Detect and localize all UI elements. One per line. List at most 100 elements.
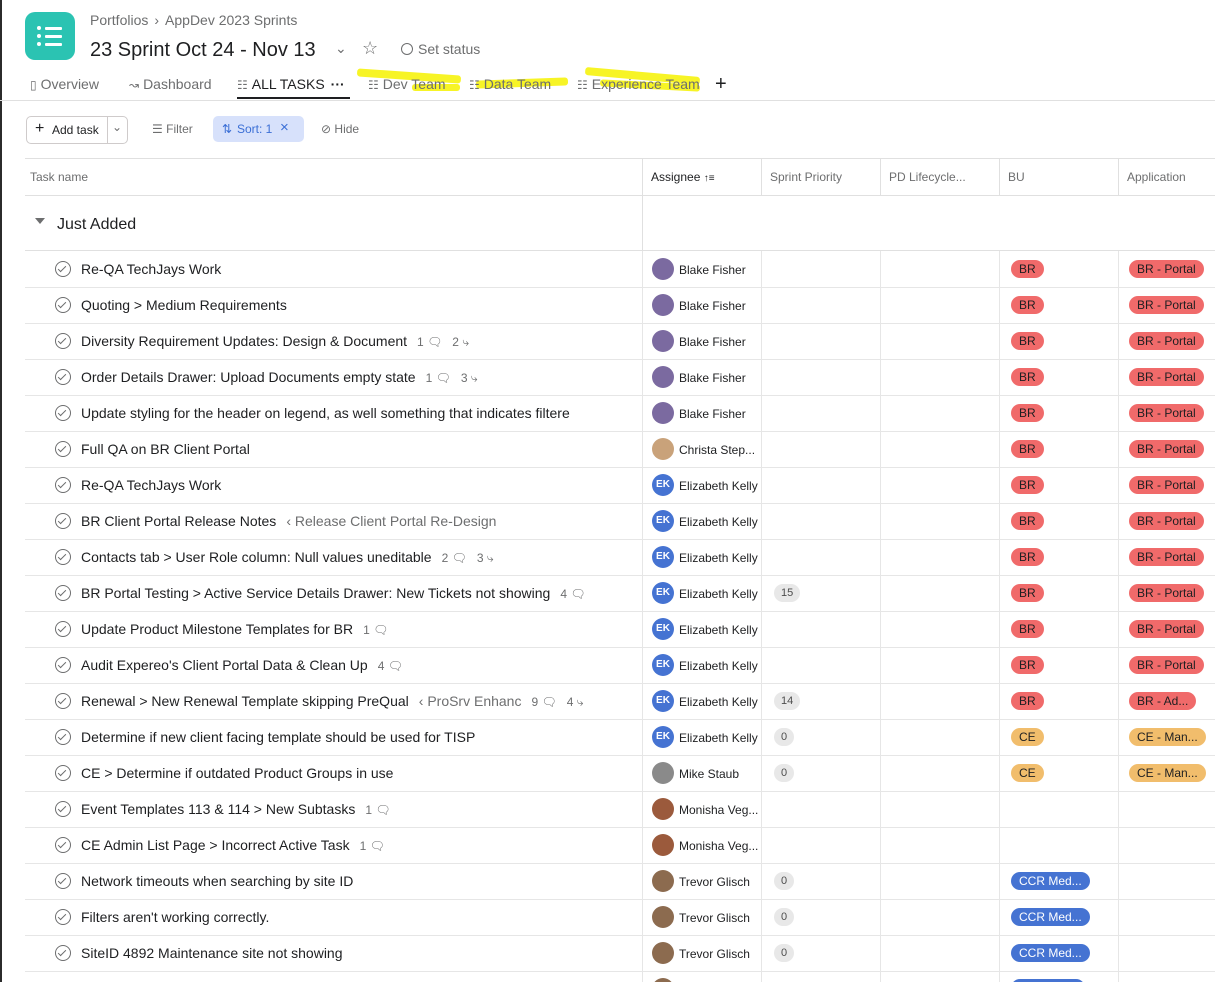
assignee-cell[interactable]: Monisha Veg... — [642, 791, 761, 827]
comment-count[interactable]: 4 🗨 — [560, 587, 585, 601]
bu-cell[interactable]: BR — [999, 503, 1118, 539]
subtask-count[interactable]: 4 ⤷ — [567, 695, 584, 709]
priority-cell[interactable] — [761, 539, 880, 575]
lifecycle-cell[interactable] — [880, 791, 999, 827]
bu-cell[interactable]: CE — [999, 755, 1118, 791]
task-name[interactable]: Order Details Drawer: Upload Documents e… — [81, 369, 416, 385]
task-name[interactable]: Re-QA TechJays Work — [81, 261, 221, 277]
application-cell[interactable]: CE - Man... — [1118, 719, 1215, 755]
bu-cell[interactable]: BR — [999, 287, 1118, 323]
tab-data-team[interactable]: ☷ Data Team — [469, 76, 551, 92]
filter-button[interactable]: ☰ Filter — [152, 122, 193, 136]
priority-cell[interactable]: 0 — [761, 755, 880, 791]
priority-cell[interactable] — [761, 251, 880, 287]
collapse-triangle-icon[interactable] — [35, 218, 45, 224]
table-row[interactable]: Diversity Requirement Updates: Design & … — [25, 323, 1215, 360]
assignee-cell[interactable]: Blake Fisher — [642, 287, 761, 323]
clear-sort-icon[interactable]: × — [280, 119, 289, 136]
table-row[interactable]: Renewal > New Renewal Template skipping … — [25, 683, 1215, 720]
task-name[interactable]: Re-QA TechJays Work — [81, 477, 221, 493]
table-row[interactable]: Audit Expereo's Client Portal Data & Cle… — [25, 647, 1215, 684]
tab-all-tasks[interactable]: ☷ ALL TASKS ··· — [237, 76, 345, 92]
assignee-cell[interactable]: Trevor Glisch — [642, 863, 761, 899]
complete-check-icon[interactable] — [55, 693, 71, 709]
application-cell[interactable]: BR - Portal — [1118, 539, 1215, 575]
task-name[interactable]: BR Portal Testing > Active Service Detai… — [81, 585, 550, 601]
breadcrumb-portfolios[interactable]: Portfolios — [90, 12, 148, 28]
task-cell[interactable]: Filters aren't working correctly. — [25, 899, 642, 935]
task-cell[interactable]: Re-QA TechJays Work — [25, 251, 642, 287]
priority-cell[interactable] — [761, 791, 880, 827]
parent-task-link[interactable]: ‹ Release Client Portal Re-Design — [286, 513, 496, 529]
parent-task-link[interactable]: ‹ ProSrv Enhanc — [419, 693, 522, 709]
assignee-cell[interactable]: EK Elizabeth Kelly — [642, 539, 761, 575]
bu-cell[interactable]: CCR Med... — [999, 863, 1118, 899]
column-assignee[interactable]: Assignee ↑≡ — [642, 159, 761, 195]
priority-cell[interactable]: 0 — [761, 719, 880, 755]
priority-cell[interactable] — [761, 647, 880, 683]
task-name[interactable]: Audit Expereo's Client Portal Data & Cle… — [81, 657, 368, 673]
task-name[interactable]: CE > Determine if outdated Product Group… — [81, 765, 393, 781]
priority-cell[interactable]: 0 — [761, 899, 880, 935]
comment-count[interactable]: 1 🗨 — [417, 335, 442, 349]
chevron-down-icon[interactable]: ⌄ — [112, 120, 122, 134]
bu-cell[interactable] — [999, 791, 1118, 827]
application-cell[interactable]: BR - Portal — [1118, 611, 1215, 647]
assignee-cell[interactable]: Monisha Veg... — [642, 827, 761, 863]
priority-cell[interactable] — [761, 503, 880, 539]
tab-experience-team[interactable]: ☷ Experience Team — [577, 76, 700, 92]
bu-cell[interactable]: BR — [999, 683, 1118, 719]
assignee-cell[interactable] — [642, 971, 761, 982]
task-name[interactable]: Update styling for the header on legend,… — [81, 405, 570, 421]
table-row[interactable]: Quoting > Medium Requirements Blake Fishe… — [25, 287, 1215, 324]
table-row[interactable]: Order Details Drawer: Upload Documents e… — [25, 359, 1215, 396]
bu-cell[interactable]: BR — [999, 431, 1118, 467]
comment-count[interactable]: 1 🗨 — [426, 371, 451, 385]
bu-cell[interactable]: BR — [999, 359, 1118, 395]
complete-check-icon[interactable] — [55, 549, 71, 565]
task-name[interactable]: Network timeouts when searching by site … — [81, 873, 353, 889]
task-name[interactable]: Event Templates 113 & 114 > New Subtasks — [81, 801, 355, 817]
task-name[interactable]: BR Client Portal Release Notes — [81, 513, 276, 529]
table-row[interactable]: Full QA on BR Client Portal Christa Step.… — [25, 431, 1215, 468]
application-cell[interactable]: BR - Portal — [1118, 287, 1215, 323]
column-sprint-priority[interactable]: Sprint Priority — [761, 159, 880, 195]
tab-dev-team[interactable]: ☷ Dev Team — [368, 76, 446, 92]
task-cell[interactable] — [25, 971, 642, 982]
assignee-cell[interactable]: EK Elizabeth Kelly — [642, 503, 761, 539]
lifecycle-cell[interactable] — [880, 287, 999, 323]
table-row[interactable]: Update styling for the header on legend,… — [25, 395, 1215, 432]
lifecycle-cell[interactable] — [880, 503, 999, 539]
comment-count[interactable]: 9 🗨 — [531, 695, 556, 709]
task-cell[interactable]: Full QA on BR Client Portal — [25, 431, 642, 467]
task-cell[interactable]: BR Client Portal Release Notes ‹ Release … — [25, 503, 642, 539]
chevron-down-icon[interactable]: ⌄ — [335, 40, 347, 57]
lifecycle-cell[interactable] — [880, 611, 999, 647]
lifecycle-cell[interactable] — [880, 431, 999, 467]
task-cell[interactable]: Network timeouts when searching by site … — [25, 863, 642, 899]
task-cell[interactable]: Re-QA TechJays Work — [25, 467, 642, 503]
table-row[interactable]: Network timeouts when searching by site … — [25, 863, 1215, 900]
priority-cell[interactable] — [761, 395, 880, 431]
lifecycle-cell[interactable] — [880, 359, 999, 395]
priority-cell[interactable] — [761, 971, 880, 982]
application-cell[interactable]: BR - Portal — [1118, 575, 1215, 611]
priority-cell[interactable]: 14 — [761, 683, 880, 719]
task-cell[interactable]: Event Templates 113 & 114 > New Subtasks… — [25, 791, 642, 827]
complete-check-icon[interactable] — [55, 657, 71, 673]
task-name[interactable]: Determine if new client facing template … — [81, 729, 475, 745]
bu-cell[interactable]: BR — [999, 647, 1118, 683]
star-icon[interactable]: ☆ — [362, 38, 378, 59]
subtask-count[interactable]: 3 ⤷ — [477, 551, 494, 565]
task-cell[interactable]: Renewal > New Renewal Template skipping … — [25, 683, 642, 719]
table-row[interactable] — [25, 971, 1215, 982]
application-cell[interactable] — [1118, 827, 1215, 863]
task-name[interactable]: Filters aren't working correctly. — [81, 909, 269, 925]
hide-button[interactable]: ⊘ Hide — [321, 122, 359, 136]
table-row[interactable]: Event Templates 113 & 114 > New Subtasks… — [25, 791, 1215, 828]
assignee-cell[interactable]: EK Elizabeth Kelly — [642, 611, 761, 647]
application-cell[interactable]: BR - Portal — [1118, 503, 1215, 539]
assignee-cell[interactable]: Blake Fisher — [642, 359, 761, 395]
priority-cell[interactable] — [761, 431, 880, 467]
complete-check-icon[interactable] — [55, 729, 71, 745]
